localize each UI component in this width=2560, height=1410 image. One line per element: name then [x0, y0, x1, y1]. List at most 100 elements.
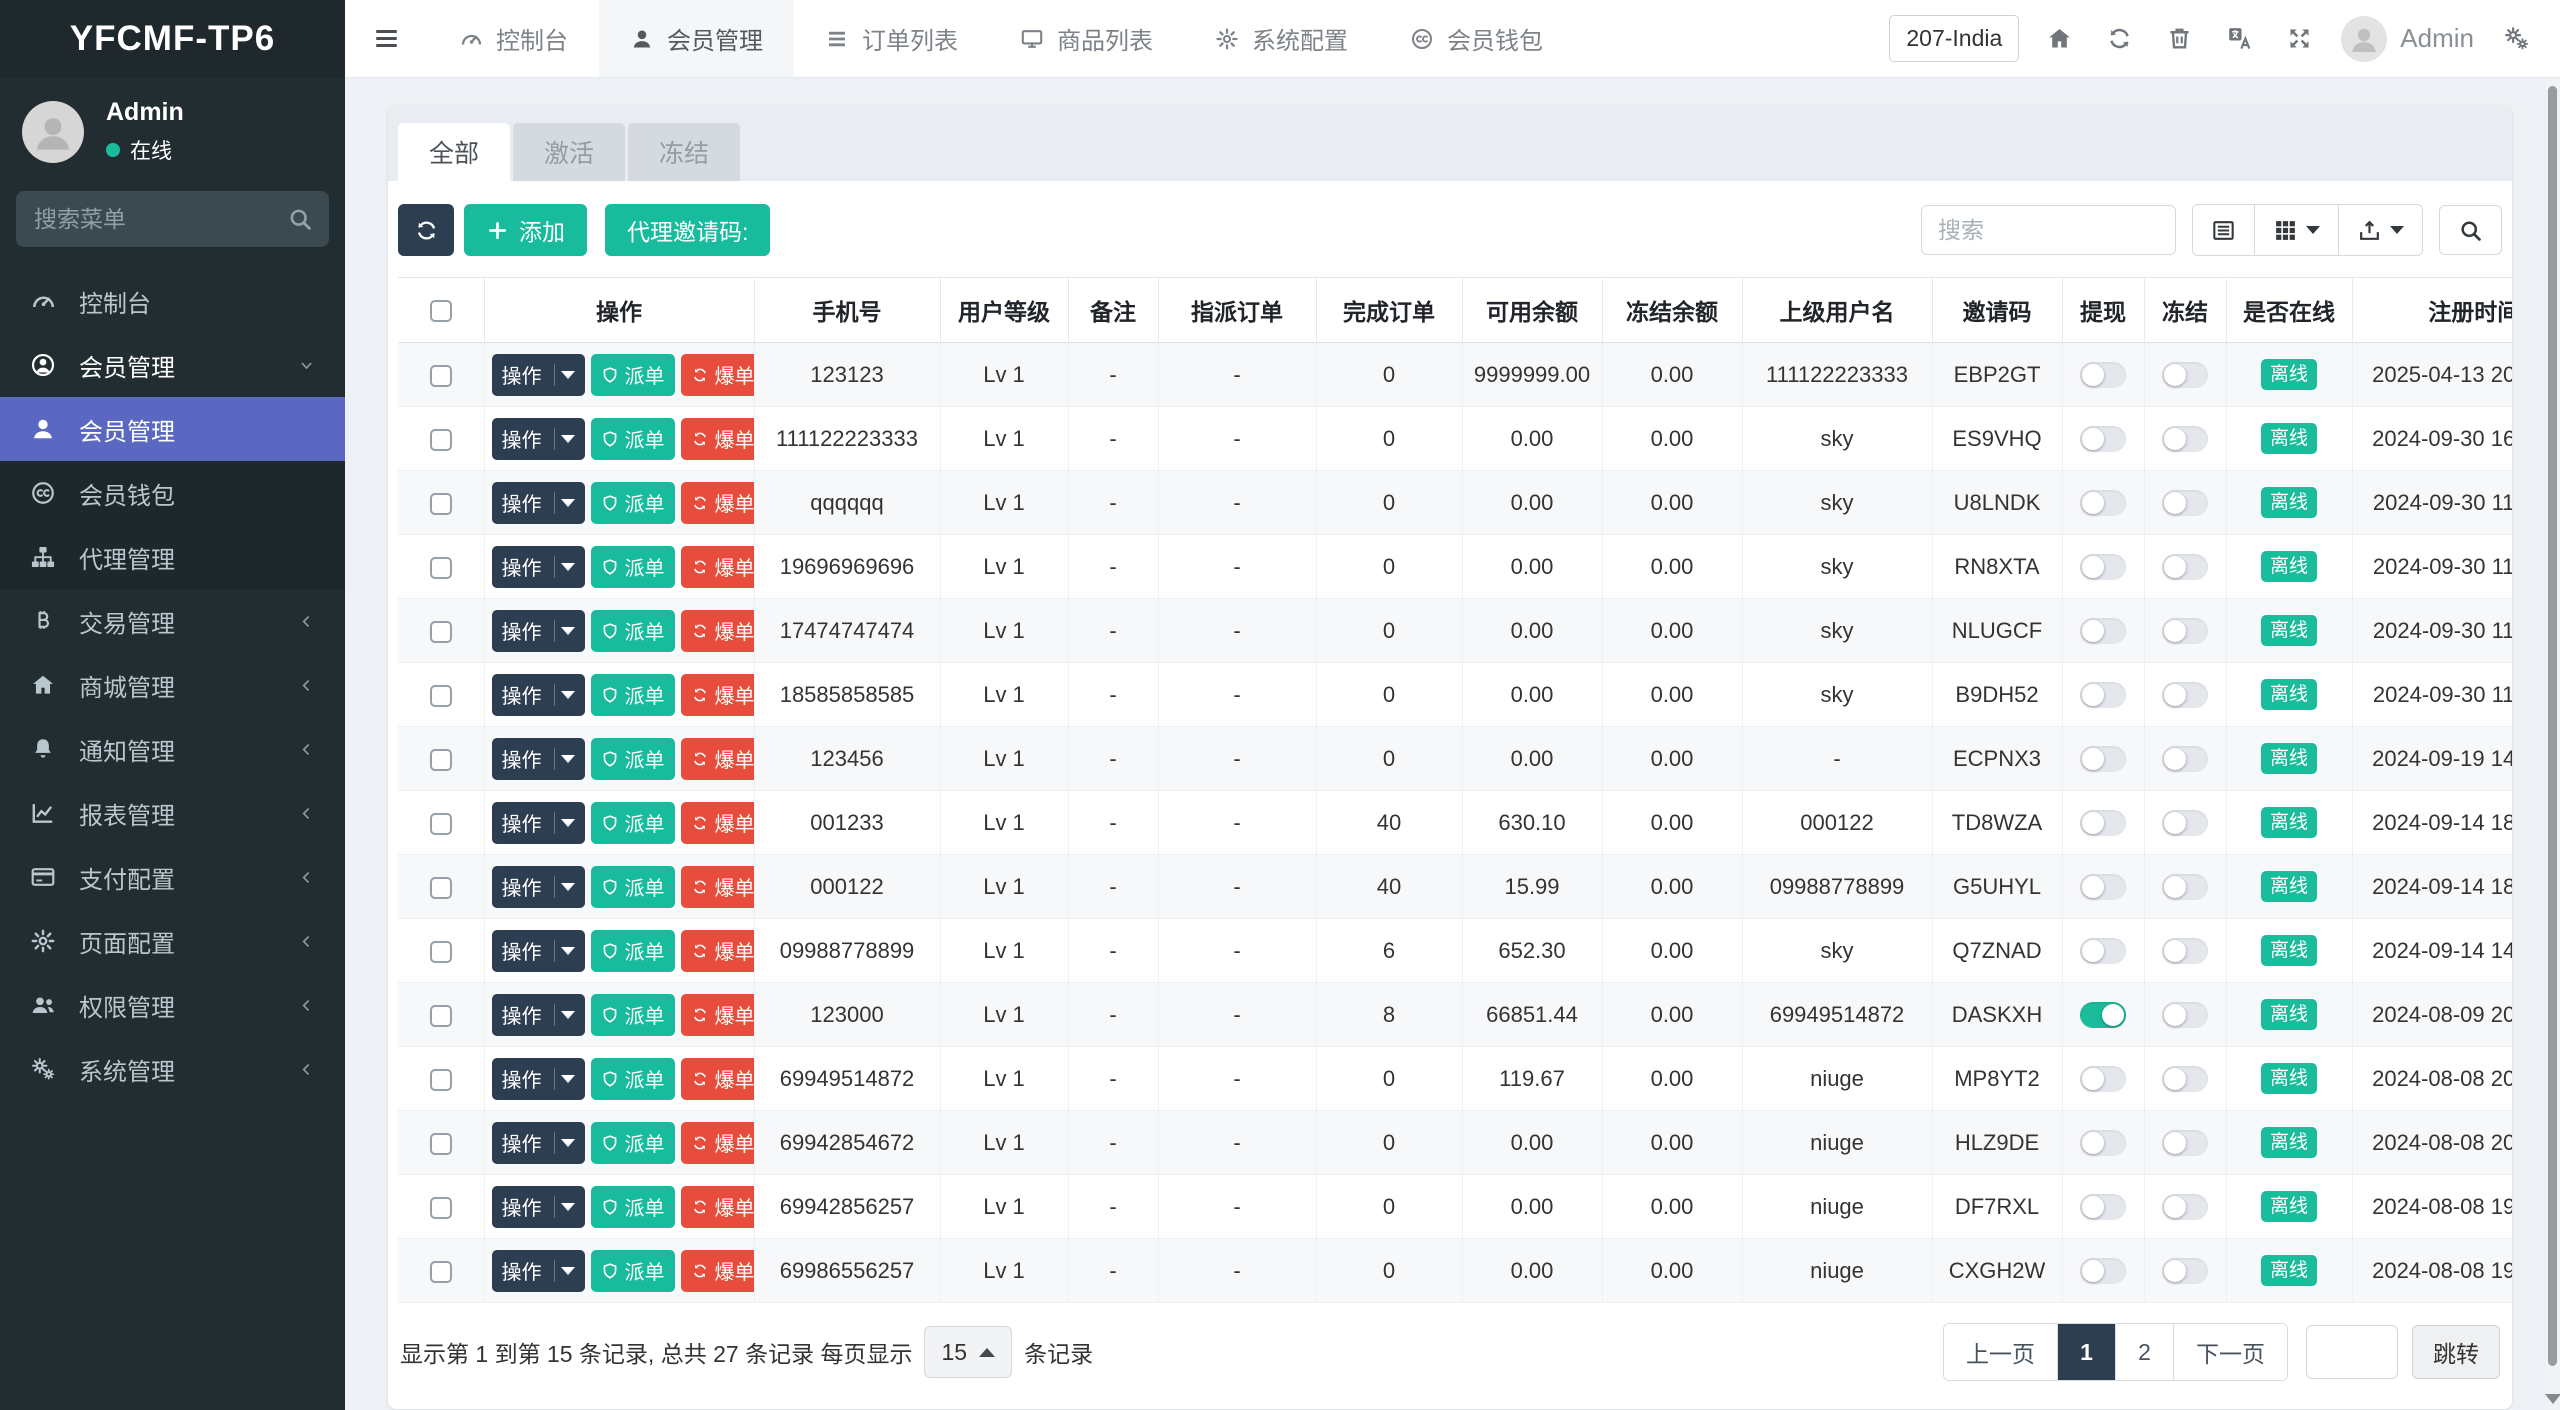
freeze-toggle[interactable] — [2162, 1002, 2208, 1028]
withdraw-toggle[interactable] — [2080, 938, 2126, 964]
trash-button[interactable] — [2149, 0, 2209, 78]
row-checkbox[interactable] — [430, 557, 452, 579]
dispatch-order-button[interactable]: 派单 — [591, 674, 675, 716]
row-actions-dropdown[interactable]: 操作 — [492, 1058, 585, 1100]
toggle-view-button[interactable] — [2193, 205, 2254, 255]
freeze-toggle[interactable] — [2162, 362, 2208, 388]
sidebar-subitem[interactable]: 会员钱包 — [0, 461, 345, 525]
sidebar-item[interactable]: 通知管理 — [0, 717, 345, 781]
row-checkbox[interactable] — [430, 1133, 452, 1155]
sidebar-item[interactable]: 系统管理 — [0, 1037, 345, 1101]
dispatch-order-button[interactable]: 派单 — [591, 354, 675, 396]
row-checkbox[interactable] — [430, 365, 452, 387]
dispatch-order-button[interactable]: 派单 — [591, 866, 675, 908]
row-actions-dropdown[interactable]: 操作 — [492, 1186, 585, 1228]
scrollbar-down-arrow[interactable] — [2545, 1394, 2560, 1404]
withdraw-toggle[interactable] — [2080, 490, 2126, 516]
sidebar-search-input[interactable] — [16, 191, 329, 247]
burst-order-button[interactable]: 爆单 — [681, 546, 755, 588]
withdraw-toggle[interactable] — [2080, 554, 2126, 580]
burst-order-button[interactable]: 爆单 — [681, 738, 755, 780]
withdraw-toggle[interactable] — [2080, 810, 2126, 836]
withdraw-toggle[interactable] — [2080, 362, 2126, 388]
burst-order-button[interactable]: 爆单 — [681, 674, 755, 716]
freeze-toggle[interactable] — [2162, 1258, 2208, 1284]
row-checkbox[interactable] — [430, 941, 452, 963]
dispatch-order-button[interactable]: 派单 — [591, 482, 675, 524]
agent-invite-code-button[interactable]: 代理邀请码: — [605, 204, 770, 256]
withdraw-toggle[interactable] — [2080, 746, 2126, 772]
page-number-button[interactable]: 1 — [2057, 1324, 2115, 1380]
sidebar-subitem[interactable]: 会员管理 — [0, 397, 345, 461]
row-checkbox[interactable] — [430, 685, 452, 707]
tab-冻结[interactable]: 冻结 — [628, 123, 740, 181]
freeze-toggle[interactable] — [2162, 618, 2208, 644]
sidebar-item[interactable]: 报表管理 — [0, 781, 345, 845]
jump-button[interactable]: 跳转 — [2412, 1325, 2500, 1379]
freeze-toggle[interactable] — [2162, 554, 2208, 580]
table-search-input[interactable] — [1921, 205, 2176, 255]
row-checkbox[interactable] — [430, 621, 452, 643]
page-size-select[interactable]: 15 — [924, 1326, 1012, 1378]
scrollbar-thumb[interactable] — [2548, 86, 2557, 1366]
dispatch-order-button[interactable]: 派单 — [591, 930, 675, 972]
export-button[interactable] — [2338, 205, 2422, 255]
row-actions-dropdown[interactable]: 操作 — [492, 1250, 585, 1292]
navbar-tab[interactable]: 商品列表 — [989, 0, 1184, 77]
dispatch-order-button[interactable]: 派单 — [591, 802, 675, 844]
row-checkbox[interactable] — [430, 1005, 452, 1027]
freeze-toggle[interactable] — [2162, 1130, 2208, 1156]
dispatch-order-button[interactable]: 派单 — [591, 1250, 675, 1292]
burst-order-button[interactable]: 爆单 — [681, 482, 755, 524]
refresh-button[interactable] — [398, 204, 454, 256]
navbar-tab[interactable]: 系统配置 — [1184, 0, 1379, 77]
add-member-button[interactable]: 添加 — [464, 204, 587, 256]
row-checkbox[interactable] — [430, 749, 452, 771]
dispatch-order-button[interactable]: 派单 — [591, 1058, 675, 1100]
dispatch-order-button[interactable]: 派单 — [591, 610, 675, 652]
sidebar-item[interactable]: 控制台 — [0, 269, 345, 333]
withdraw-toggle[interactable] — [2080, 1002, 2126, 1028]
burst-order-button[interactable]: 爆单 — [681, 610, 755, 652]
column-header[interactable]: 注册时间 — [2352, 278, 2512, 343]
row-checkbox[interactable] — [430, 877, 452, 899]
tab-激活[interactable]: 激活 — [513, 123, 625, 181]
expand-button[interactable] — [2269, 0, 2329, 78]
burst-order-button[interactable]: 爆单 — [681, 866, 755, 908]
burst-order-button[interactable]: 爆单 — [681, 354, 755, 396]
withdraw-toggle[interactable] — [2080, 874, 2126, 900]
freeze-toggle[interactable] — [2162, 426, 2208, 452]
sidebar-item[interactable]: 页面配置 — [0, 909, 345, 973]
row-actions-dropdown[interactable]: 操作 — [492, 1122, 585, 1164]
withdraw-toggle[interactable] — [2080, 618, 2126, 644]
freeze-toggle[interactable] — [2162, 1194, 2208, 1220]
row-checkbox[interactable] — [430, 813, 452, 835]
dispatch-order-button[interactable]: 派单 — [591, 1122, 675, 1164]
withdraw-toggle[interactable] — [2080, 1258, 2126, 1284]
row-actions-dropdown[interactable]: 操作 — [492, 738, 585, 780]
dispatch-order-button[interactable]: 派单 — [591, 418, 675, 460]
row-actions-dropdown[interactable]: 操作 — [492, 674, 585, 716]
withdraw-toggle[interactable] — [2080, 426, 2126, 452]
freeze-toggle[interactable] — [2162, 490, 2208, 516]
navbar-tab[interactable]: 会员钱包 — [1379, 0, 1574, 77]
freeze-toggle[interactable] — [2162, 938, 2208, 964]
sidebar-item[interactable]: 权限管理 — [0, 973, 345, 1037]
row-checkbox[interactable] — [430, 1197, 452, 1219]
navbar-user-menu[interactable]: Admin — [2329, 16, 2486, 62]
burst-order-button[interactable]: 爆单 — [681, 930, 755, 972]
burst-order-button[interactable]: 爆单 — [681, 418, 755, 460]
withdraw-toggle[interactable] — [2080, 1194, 2126, 1220]
freeze-toggle[interactable] — [2162, 874, 2208, 900]
burst-order-button[interactable]: 爆单 — [681, 802, 755, 844]
burst-order-button[interactable]: 爆单 — [681, 1250, 755, 1292]
navbar-tab[interactable]: 订单列表 — [794, 0, 989, 77]
row-actions-dropdown[interactable]: 操作 — [492, 546, 585, 588]
sidebar-toggle-button[interactable] — [345, 0, 428, 77]
row-checkbox[interactable] — [430, 1261, 452, 1283]
page-number-button[interactable]: 2 — [2115, 1324, 2173, 1380]
row-actions-dropdown[interactable]: 操作 — [492, 354, 585, 396]
sidebar-item[interactable]: 会员管理 — [0, 333, 345, 397]
freeze-toggle[interactable] — [2162, 682, 2208, 708]
row-checkbox[interactable] — [430, 1069, 452, 1091]
